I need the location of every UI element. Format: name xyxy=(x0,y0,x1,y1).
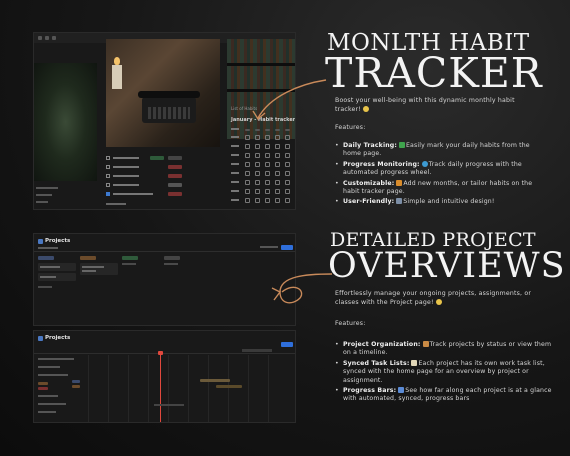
palette-icon xyxy=(396,179,403,186)
new-button[interactable] xyxy=(281,245,293,250)
arrow-to-projects-icon xyxy=(271,273,333,304)
project-title-line2: OVERVIEWS xyxy=(328,246,566,286)
list-item[interactable] xyxy=(106,155,218,162)
list-item[interactable] xyxy=(106,164,218,171)
task-list xyxy=(106,151,221,209)
timeline-bar[interactable] xyxy=(216,385,242,388)
timeline-bar[interactable] xyxy=(72,380,80,383)
habit-grid-row[interactable] xyxy=(231,189,293,195)
sparkle-icon xyxy=(362,105,369,112)
status-column-chip xyxy=(164,256,180,260)
project-board-screenshot: Projects xyxy=(33,233,296,326)
list-item[interactable] xyxy=(106,191,218,198)
folder-icon xyxy=(38,336,43,341)
feature-project-organization: Project Organization:Track projects by s… xyxy=(335,341,557,358)
feature-progress-bars: Progress Bars:See how far along each pro… xyxy=(335,387,557,404)
habit-title-line2: TRACKER xyxy=(325,49,543,97)
habit-features-label: Features: xyxy=(335,124,366,131)
progress-circle-icon xyxy=(421,160,428,167)
feature-progress-monitoring: Progress Monitoring:Track daily progress… xyxy=(335,160,535,178)
sparkle-icon xyxy=(435,298,442,305)
feature-daily-tracking: Daily Tracking:Easily mark your daily ha… xyxy=(335,142,535,159)
project-feature-list: Project Organization:Track projects by s… xyxy=(335,341,557,404)
habit-grid-row[interactable] xyxy=(231,153,293,159)
list-item[interactable] xyxy=(106,201,218,208)
feature-customizable: Customizable:Add new months, or tailor h… xyxy=(335,179,535,197)
habit-intro: Boost your well-being with this dynamic … xyxy=(335,97,515,113)
status-column-chip xyxy=(122,256,138,260)
habit-feature-list: Daily Tracking:Easily mark your daily ha… xyxy=(335,142,535,207)
plant-photo xyxy=(34,63,97,181)
computer-icon xyxy=(396,198,403,205)
feature-synced-task-lists: Synced Task Lists:Each project has its o… xyxy=(335,359,557,385)
list-item[interactable] xyxy=(106,173,218,180)
project-card[interactable] xyxy=(38,263,76,271)
project-features-label: Features: xyxy=(335,320,366,327)
list-item[interactable] xyxy=(106,182,218,189)
project-card[interactable] xyxy=(38,273,76,281)
timeline-bar[interactable] xyxy=(72,385,80,388)
board-title: Projects xyxy=(45,238,71,244)
status-column-chip xyxy=(38,256,54,260)
habit-grid-row[interactable] xyxy=(231,144,293,150)
project-card[interactable] xyxy=(80,263,118,275)
habit-grid-row[interactable] xyxy=(231,198,293,204)
habit-grid-row[interactable] xyxy=(231,162,293,168)
feature-user-friendly: User-Friendly:Simple and intuitive desig… xyxy=(335,198,535,207)
project-intro: Effortlessly manage your ongoing project… xyxy=(335,290,532,306)
timeline-bar[interactable] xyxy=(200,379,230,382)
new-button[interactable] xyxy=(281,342,293,347)
today-marker xyxy=(160,353,161,422)
typewriter-photo xyxy=(106,39,220,147)
timeline-title: Projects xyxy=(45,335,71,341)
status-column-chip xyxy=(80,256,96,260)
folder-icon xyxy=(422,341,429,347)
bar-chart-icon xyxy=(398,387,405,394)
check-box-icon xyxy=(398,142,405,148)
project-timeline-screenshot: Projects xyxy=(33,330,296,423)
habit-grid-row[interactable] xyxy=(231,171,293,177)
habit-grid-row[interactable] xyxy=(231,135,293,141)
folder-icon xyxy=(38,239,43,244)
arrow-to-tracker-icon xyxy=(252,79,327,121)
memo-icon xyxy=(411,359,418,366)
habit-grid-row[interactable] xyxy=(231,180,293,186)
